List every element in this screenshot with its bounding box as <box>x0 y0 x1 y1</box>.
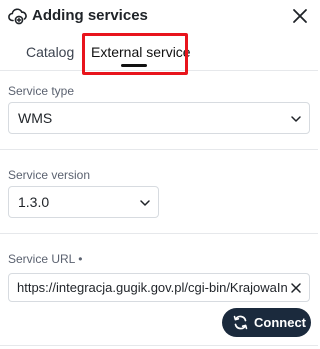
panel-header: Adding services <box>0 0 318 33</box>
service-url-value: https://integracja.gugik.gov.pl/cgi-bin/… <box>17 280 287 295</box>
chevron-down-icon <box>291 116 301 122</box>
service-version-select[interactable]: 1.3.0 <box>8 186 159 218</box>
service-type-label: Service type <box>8 84 75 98</box>
panel-title: Adding services <box>32 7 148 24</box>
connect-label: Connect <box>254 315 306 330</box>
service-type-select[interactable]: WMS <box>8 102 310 134</box>
section-divider <box>0 233 318 234</box>
service-version-value: 1.3.0 <box>18 194 50 210</box>
refresh-icon <box>233 315 248 330</box>
section-divider <box>0 149 318 150</box>
tab-catalog[interactable]: Catalog <box>26 43 74 61</box>
chevron-down-icon <box>140 200 150 206</box>
service-url-input[interactable]: https://integracja.gugik.gov.pl/cgi-bin/… <box>8 273 310 302</box>
cloud-add-icon <box>8 8 27 25</box>
adding-services-panel: Adding services Catalog External service… <box>0 0 318 349</box>
connect-button[interactable]: Connect <box>222 308 311 337</box>
service-type-value: WMS <box>18 110 53 126</box>
highlight-annotation <box>82 33 188 75</box>
bottom-divider <box>0 345 318 346</box>
service-version-label: Service version <box>8 168 91 182</box>
clear-icon[interactable] <box>289 281 303 295</box>
close-icon[interactable] <box>290 6 310 26</box>
service-url-label: Service URL • <box>8 252 83 266</box>
